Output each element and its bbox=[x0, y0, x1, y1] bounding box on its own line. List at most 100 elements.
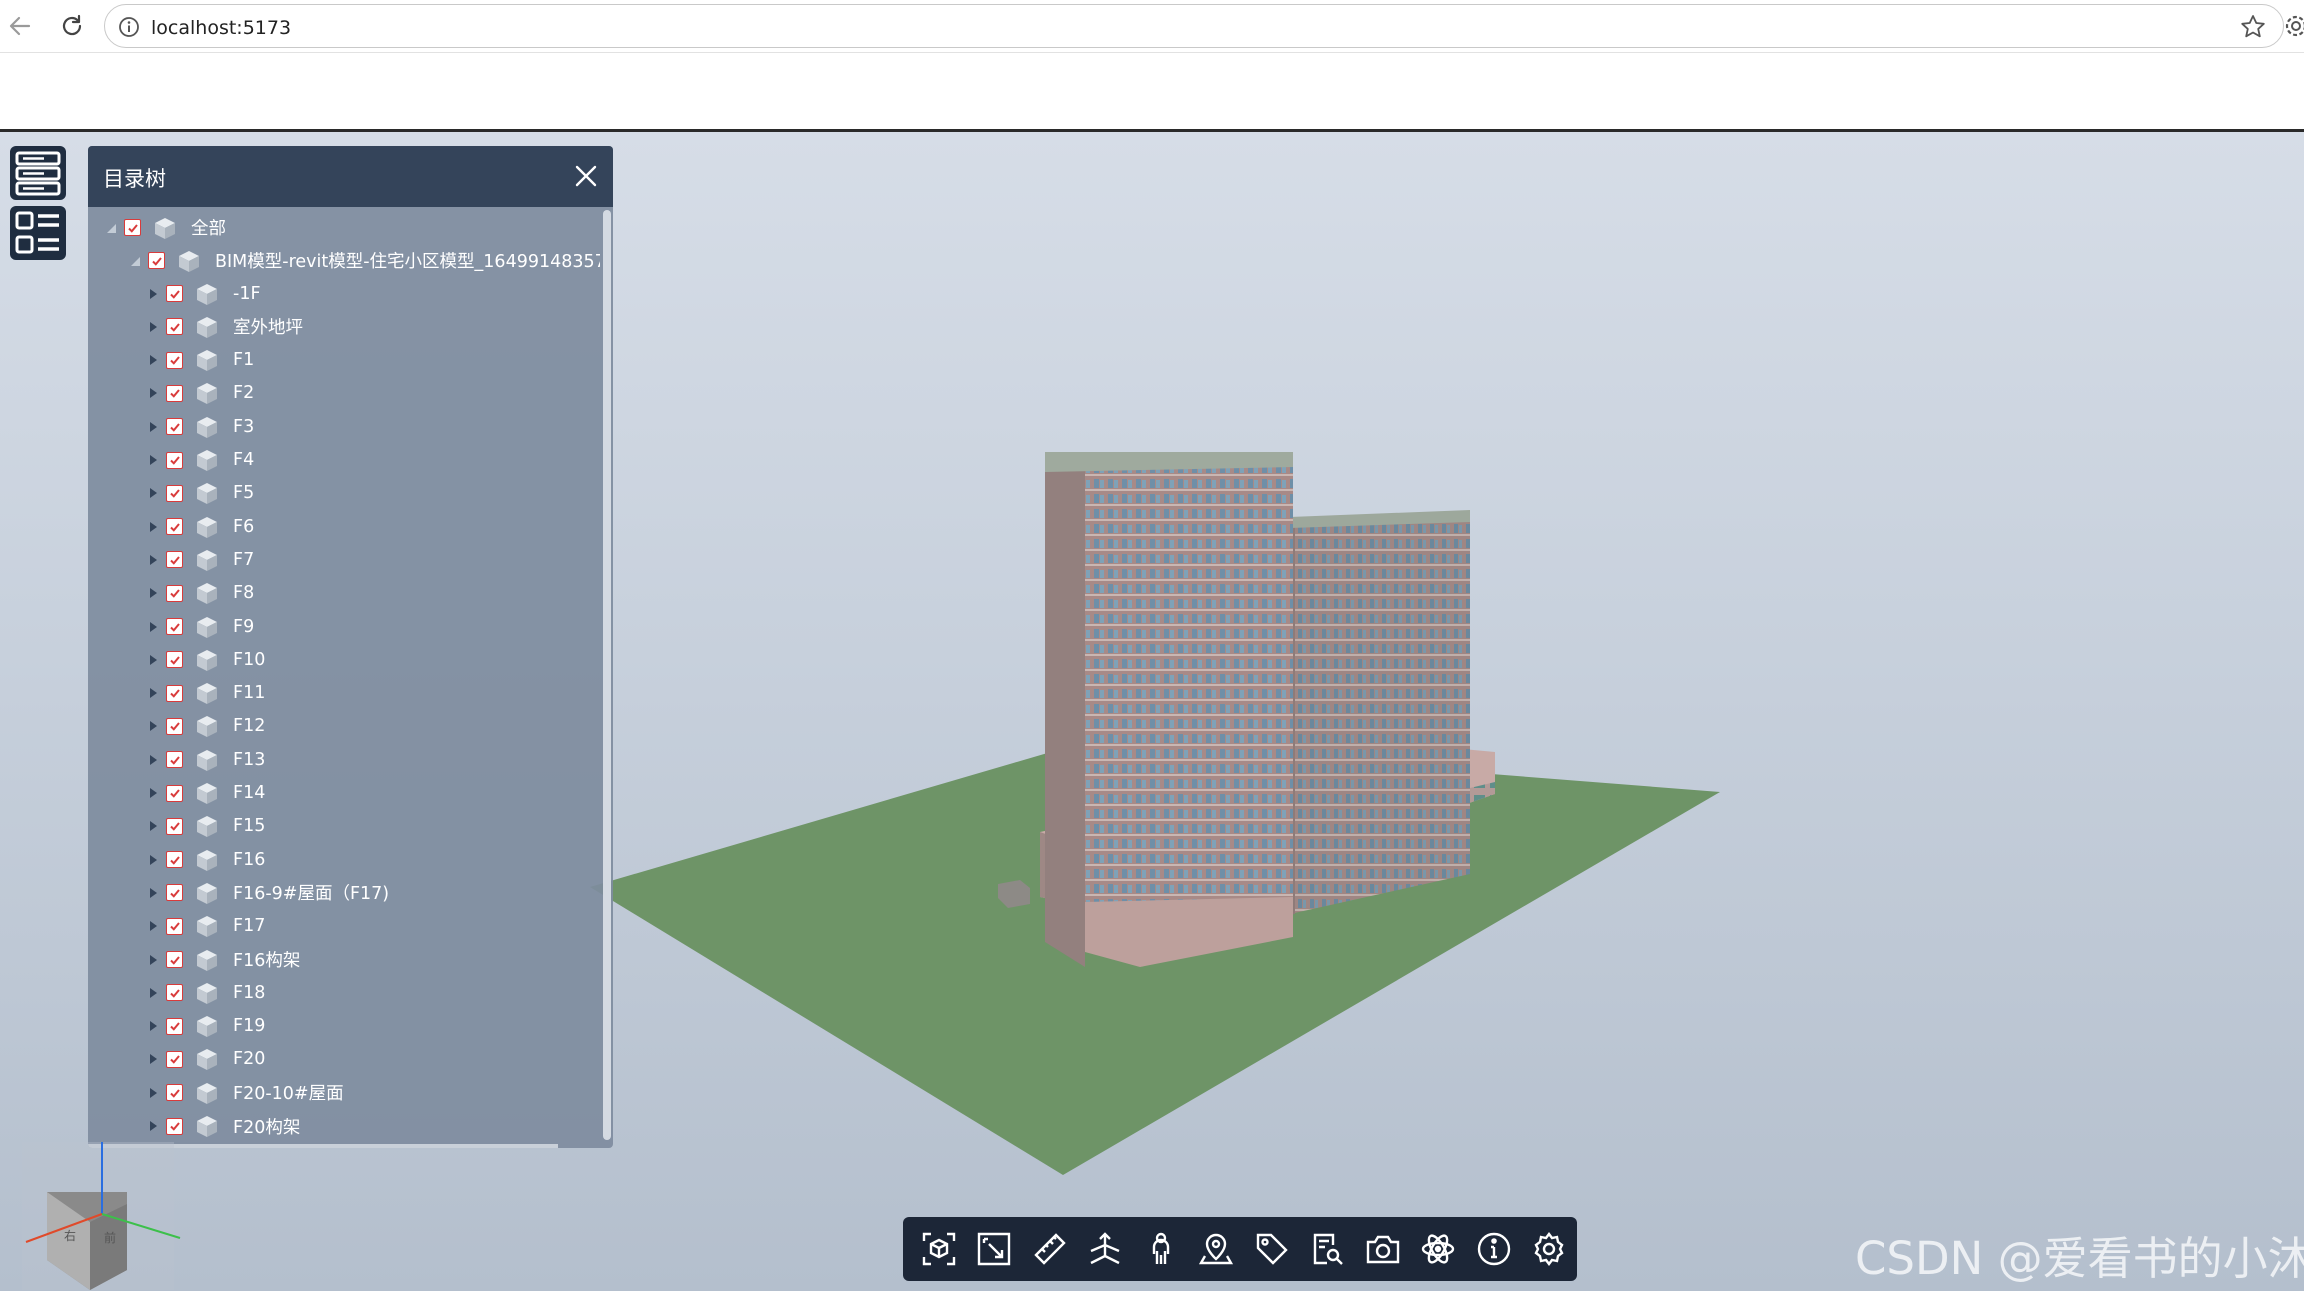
collapsed-triangle-icon[interactable] bbox=[146, 1052, 160, 1066]
tree-node[interactable]: F16构架 bbox=[146, 943, 300, 976]
checkbox[interactable] bbox=[166, 351, 183, 369]
info-button[interactable] bbox=[1466, 1221, 1522, 1277]
expand-triangle-icon[interactable] bbox=[104, 221, 118, 235]
checkbox[interactable] bbox=[166, 784, 183, 802]
reload-icon[interactable] bbox=[56, 10, 88, 42]
checkbox[interactable] bbox=[166, 484, 183, 502]
tree-node[interactable]: F2 bbox=[146, 377, 254, 410]
tree-node[interactable]: F14 bbox=[146, 777, 265, 810]
bim-viewport[interactable]: 目录树 全部 BIM模型-revit模型-住宅小区模型_16499148357 … bbox=[0, 132, 2304, 1291]
close-icon[interactable] bbox=[571, 161, 601, 191]
checkbox[interactable] bbox=[166, 717, 183, 735]
collapsed-triangle-icon[interactable] bbox=[146, 320, 160, 334]
checkbox[interactable] bbox=[166, 951, 183, 968]
box-select-button[interactable] bbox=[967, 1221, 1023, 1277]
checkbox[interactable] bbox=[166, 984, 183, 1002]
tree-node[interactable]: F8 bbox=[146, 577, 254, 610]
checkbox[interactable] bbox=[166, 584, 183, 602]
fit-view-button[interactable] bbox=[911, 1221, 967, 1277]
checkbox[interactable] bbox=[166, 684, 183, 702]
tree-node-label[interactable]: F20-10#屋面 bbox=[233, 1080, 344, 1105]
expand-triangle-icon[interactable] bbox=[128, 254, 142, 268]
tree-node[interactable]: F9 bbox=[146, 610, 254, 643]
tree-node-label[interactable]: F14 bbox=[233, 783, 265, 803]
checkbox[interactable] bbox=[148, 252, 165, 269]
checkbox[interactable] bbox=[166, 518, 183, 536]
checkbox[interactable] bbox=[166, 1050, 183, 1068]
tree-node[interactable]: F4 bbox=[146, 444, 254, 477]
property-search-button[interactable] bbox=[1300, 1221, 1356, 1277]
checkbox[interactable] bbox=[166, 651, 183, 669]
tree-node-label[interactable]: F19 bbox=[233, 1016, 265, 1036]
tree-node[interactable]: F19 bbox=[146, 1010, 265, 1043]
tree-node[interactable]: F7 bbox=[146, 543, 254, 576]
tree-node[interactable]: F17 bbox=[146, 910, 265, 943]
tree-node[interactable]: -1F bbox=[146, 277, 261, 310]
checkbox[interactable] bbox=[166, 1084, 183, 1102]
collapsed-triangle-icon[interactable] bbox=[146, 353, 160, 367]
tree-node-label[interactable]: F13 bbox=[233, 750, 265, 770]
tag-button[interactable] bbox=[1244, 1221, 1300, 1277]
collapsed-triangle-icon[interactable] bbox=[146, 386, 160, 400]
collapsed-triangle-icon[interactable] bbox=[146, 853, 160, 867]
tree-node[interactable]: F16-9#屋面（F17) bbox=[146, 876, 389, 909]
collapsed-triangle-icon[interactable] bbox=[146, 486, 160, 500]
collapsed-triangle-icon[interactable] bbox=[146, 686, 160, 700]
collapsed-triangle-icon[interactable] bbox=[146, 919, 160, 933]
collapsed-triangle-icon[interactable] bbox=[146, 753, 160, 767]
tree-node-label[interactable]: F9 bbox=[233, 617, 254, 637]
checkbox[interactable] bbox=[166, 418, 183, 436]
checkbox[interactable] bbox=[166, 851, 183, 869]
tree-node-label[interactable]: F3 bbox=[233, 417, 254, 437]
tree-node[interactable]: F13 bbox=[146, 743, 265, 776]
tree-node-label[interactable]: BIM模型-revit模型-住宅小区模型_16499148357 bbox=[215, 248, 600, 273]
navigation-cube[interactable]: 右 前 bbox=[22, 1142, 182, 1291]
tree-node[interactable]: F15 bbox=[146, 810, 265, 843]
tree-node-label[interactable]: F20 bbox=[233, 1049, 265, 1069]
tree-node-label[interactable]: F17 bbox=[233, 916, 265, 936]
collapsed-triangle-icon[interactable] bbox=[146, 620, 160, 634]
tree-node[interactable]: F20构架 bbox=[146, 1110, 300, 1143]
tree-node-label[interactable]: F18 bbox=[233, 983, 265, 1003]
catalog-tree-button[interactable] bbox=[10, 206, 66, 260]
collapsed-triangle-icon[interactable] bbox=[146, 520, 160, 534]
tree-node[interactable]: F5 bbox=[146, 477, 254, 510]
tree-node-label[interactable]: F15 bbox=[233, 816, 265, 836]
collapsed-triangle-icon[interactable] bbox=[146, 653, 160, 667]
collapsed-triangle-icon[interactable] bbox=[146, 886, 160, 900]
collapsed-triangle-icon[interactable] bbox=[146, 420, 160, 434]
collapsed-triangle-icon[interactable] bbox=[146, 953, 160, 967]
tree-node[interactable]: F12 bbox=[146, 710, 265, 743]
site-info-icon[interactable] bbox=[117, 15, 141, 39]
tree-node-label[interactable]: 全部 bbox=[191, 215, 226, 240]
tree-node-label[interactable]: F5 bbox=[233, 483, 254, 503]
tree-node-label[interactable]: F16构架 bbox=[233, 947, 300, 972]
checkbox[interactable] bbox=[166, 917, 183, 935]
tree-node[interactable]: F3 bbox=[146, 410, 254, 443]
checkbox[interactable] bbox=[166, 551, 183, 569]
tree-node-label[interactable]: F4 bbox=[233, 450, 254, 470]
checkbox[interactable] bbox=[166, 884, 183, 902]
checkbox[interactable] bbox=[124, 219, 141, 236]
screenshot-button[interactable] bbox=[1355, 1221, 1411, 1277]
collapsed-triangle-icon[interactable] bbox=[146, 786, 160, 800]
tree-node-label[interactable]: F7 bbox=[233, 550, 254, 570]
checkbox[interactable] bbox=[166, 318, 183, 336]
tree-node[interactable]: F10 bbox=[146, 643, 265, 676]
checkbox[interactable] bbox=[166, 1017, 183, 1035]
checkbox[interactable] bbox=[166, 384, 183, 402]
tree-node[interactable]: F20 bbox=[146, 1043, 265, 1076]
collapsed-triangle-icon[interactable] bbox=[146, 719, 160, 733]
checkbox[interactable] bbox=[166, 751, 183, 769]
tree-node-label[interactable]: F16 bbox=[233, 850, 265, 870]
collapsed-triangle-icon[interactable] bbox=[146, 453, 160, 467]
collapsed-triangle-icon[interactable] bbox=[146, 553, 160, 567]
back-arrow-icon[interactable] bbox=[4, 10, 36, 42]
tree-node[interactable]: F20-10#屋面 bbox=[146, 1076, 344, 1109]
tree-node[interactable]: F11 bbox=[146, 677, 265, 710]
checkbox[interactable] bbox=[166, 1117, 183, 1135]
tree-node-label[interactable]: F1 bbox=[233, 350, 254, 370]
section-button[interactable] bbox=[1078, 1221, 1134, 1277]
tree-node-label[interactable]: F2 bbox=[233, 383, 254, 403]
tree-node-root[interactable]: 全部 bbox=[104, 211, 226, 244]
